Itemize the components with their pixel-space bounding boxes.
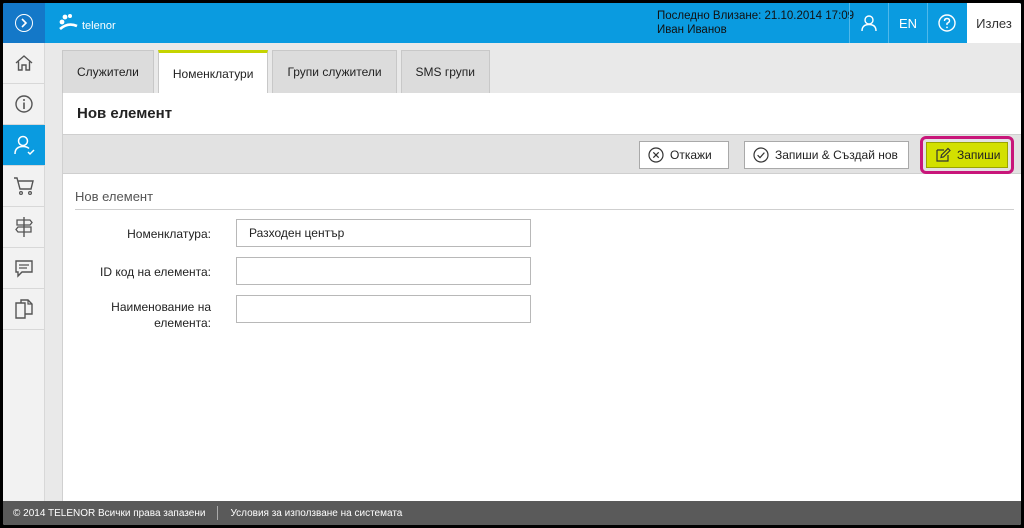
cancel-label: Откажи (670, 148, 712, 162)
signpost-icon (15, 217, 33, 237)
section-title: Нов елемент (75, 189, 154, 204)
save-button-highlight: Запиши (920, 136, 1014, 174)
documents-icon (15, 299, 33, 319)
save-label: Запиши (957, 148, 1001, 162)
copyright-text: © 2014 TELENOR Всички права запазени (13, 507, 206, 519)
home-icon (15, 55, 33, 71)
edit-icon (935, 147, 951, 163)
terms-link[interactable]: Условия за използване на системата (230, 508, 402, 519)
sidebar-item-signpost[interactable] (3, 207, 45, 248)
last-login-info: Последно Влизане: 21.10.2014 17:09 Иван … (657, 9, 854, 37)
message-icon (15, 260, 33, 278)
tab-employee-groups[interactable]: Групи служители (272, 50, 397, 93)
close-circle-icon (648, 147, 664, 163)
sidebar-item-messages[interactable] (3, 248, 45, 289)
sidebar-item-home[interactable] (3, 43, 45, 84)
nomenclature-label: Номенклатура: (127, 227, 211, 241)
save-and-new-label: Запиши & Създай нов (775, 148, 898, 162)
sidebar-item-documents[interactable] (3, 289, 45, 330)
page-title: Нов елемент (77, 105, 173, 122)
section-divider (75, 209, 1014, 210)
tab-sms-groups[interactable]: SMS групи (400, 50, 491, 93)
save-button[interactable]: Запиши (926, 142, 1008, 168)
telenor-logo-icon (59, 14, 78, 31)
sidebar-item-employees[interactable] (3, 125, 45, 166)
help-icon (938, 14, 956, 32)
sidebar (3, 43, 45, 501)
element-id-label: ID код на елемента: (100, 265, 211, 279)
element-id-field[interactable] (236, 257, 531, 285)
menu-toggle-button[interactable] (3, 3, 45, 43)
language-button[interactable]: EN (889, 3, 927, 43)
last-login-label: Последно Влизане: 21.10.2014 17:09 (657, 10, 855, 22)
help-button[interactable] (928, 3, 966, 43)
footer: © 2014 TELENOR Всички права запазени Усл… (3, 501, 1021, 525)
element-name-label-line2: елемента: (154, 316, 211, 330)
user-name: Иван Иванов (657, 24, 727, 36)
tab-employees[interactable]: Служители (62, 50, 154, 93)
element-name-label: Наименование на елемента: (66, 299, 211, 331)
check-circle-icon (753, 147, 769, 163)
cancel-button[interactable]: Откажи (639, 141, 729, 169)
brand-name: telenor (82, 20, 116, 32)
info-icon (15, 95, 33, 113)
tab-bar: Служители Номенклатури Групи служители S… (62, 50, 494, 94)
element-name-field[interactable] (236, 295, 531, 323)
logout-button[interactable]: Излез (967, 3, 1021, 43)
footer-divider (217, 506, 219, 520)
cart-icon (14, 177, 34, 196)
action-bar: Откажи Запиши & Създай нов Запиши (63, 134, 1021, 174)
user-icon (14, 135, 35, 156)
user-icon (861, 15, 877, 32)
tab-nomenclatures[interactable]: Номенклатури (157, 50, 269, 94)
profile-button[interactable] (850, 3, 888, 43)
telenor-logo: telenor (57, 13, 116, 33)
main-content: Служители Номенклатури Групи служители S… (45, 43, 1021, 501)
nomenclature-field[interactable] (236, 219, 531, 247)
top-bar: telenor Последно Влизане: 21.10.2014 17:… (3, 3, 1021, 43)
chevron-right-icon (15, 14, 33, 32)
save-and-new-button[interactable]: Запиши & Създай нов (744, 141, 909, 169)
sidebar-item-info[interactable] (3, 84, 45, 125)
app-window: telenor Последно Влизане: 21.10.2014 17:… (3, 3, 1021, 525)
content-panel: Нов елемент Откажи Запиши & Създай нов З… (62, 93, 1021, 501)
sidebar-item-cart[interactable] (3, 166, 45, 207)
element-name-label-line1: Наименование на (111, 300, 211, 314)
